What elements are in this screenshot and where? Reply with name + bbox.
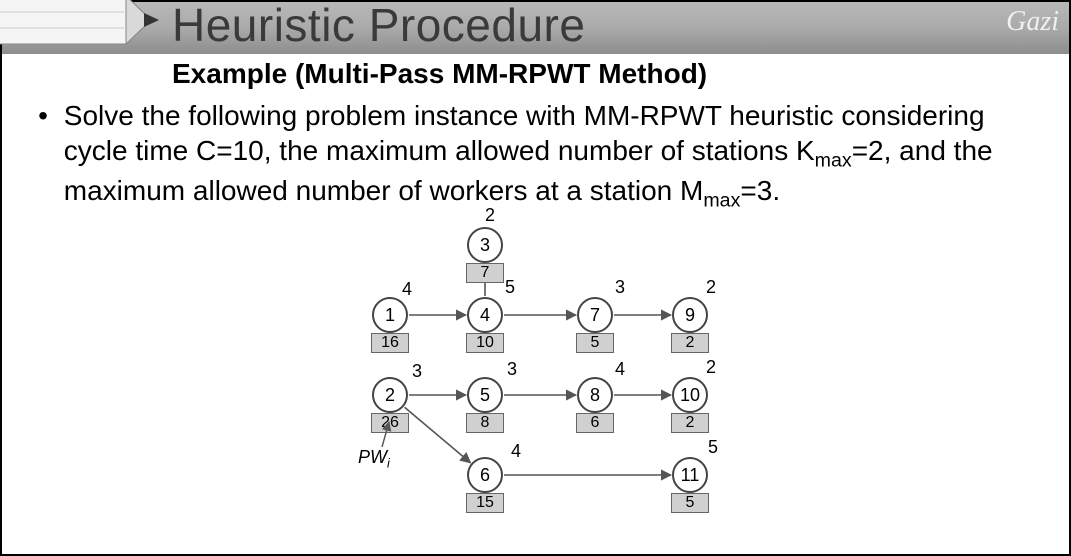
precedence-diagram: 116422633724105583615475386492210221155 …: [352, 212, 782, 552]
bullet-text: Solve the following problem instance wit…: [64, 98, 1043, 213]
kmax-sub: max: [815, 150, 852, 172]
bullet-item: • Solve the following problem instance w…: [30, 98, 1049, 213]
mmax-sub: max: [703, 190, 740, 212]
pw-pointer-text: PW: [358, 447, 387, 467]
pencil-icon: [0, 0, 166, 56]
pw-pointer-arrow: [352, 212, 782, 552]
bullet-marker: •: [30, 98, 56, 133]
slide-subtitle: Example (Multi-Pass MM-RPWT Method): [172, 58, 707, 90]
pw-pointer-sub: i: [387, 457, 390, 471]
signature: Gazi: [1006, 6, 1059, 38]
slide-title: Heuristic Procedure: [172, 0, 585, 52]
slide: Heuristic Procedure Gazi Example (Multi-…: [0, 0, 1071, 556]
bullet-text-post: =3.: [740, 175, 780, 206]
pw-pointer-label: PWi: [358, 447, 390, 471]
